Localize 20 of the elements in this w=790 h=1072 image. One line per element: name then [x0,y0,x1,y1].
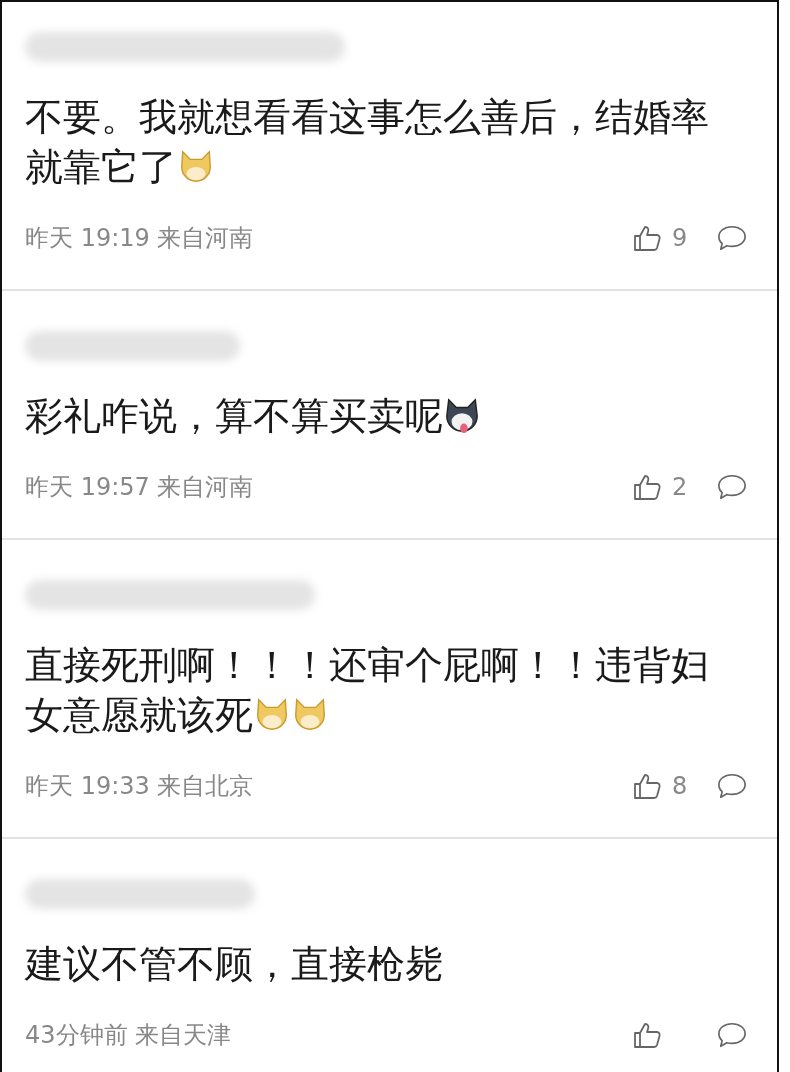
comment-icon[interactable] [717,1020,747,1050]
husky-emoji-icon [443,397,481,435]
comment-text: 彩礼咋说，算不算买卖呢 [25,391,777,441]
comment-icon[interactable] [717,472,747,502]
comment-icon[interactable] [717,771,747,801]
comment-time-location: 昨天 19:33 来自北京 [25,771,254,802]
comment-text: 不要。我就想看看这事怎么善后，结婚率就靠它了 [25,94,710,191]
comment-time-location: 昨天 19:19 来自河南 [25,223,254,254]
comment-time-location: 43分钟前 来自天津 [25,1020,232,1051]
comment-time-location: 昨天 19:57 来自河南 [25,472,254,503]
comment-icon[interactable] [717,223,747,253]
thumbs-up-icon[interactable] [632,223,662,253]
like-count: 2 [671,473,689,501]
like-count: 8 [671,772,689,800]
comment-text: 建议不管不顾，直接枪毙 [25,941,444,988]
thumbs-up-icon[interactable] [632,1020,662,1050]
thumbs-up-icon[interactable] [632,771,662,801]
comment-text: 直接死刑啊！！！还审个屁啊！！违背妇女意愿就该死 [25,642,710,739]
thumbs-up-icon[interactable] [632,472,662,502]
like-count: 9 [671,224,689,252]
